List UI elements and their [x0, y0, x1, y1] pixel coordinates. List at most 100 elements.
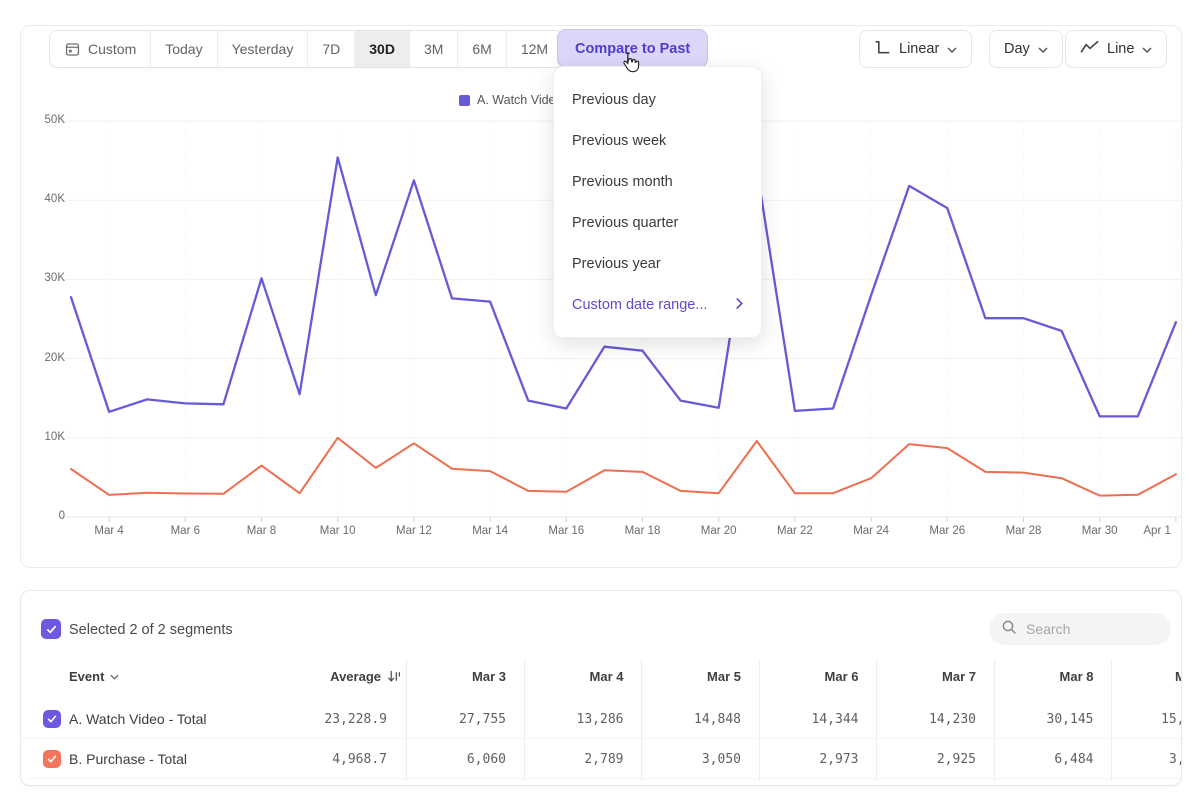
- y-axis-label: 50K: [21, 114, 65, 126]
- preset-30d[interactable]: 30D: [355, 31, 410, 67]
- column-header-date[interactable]: Mar 6: [825, 669, 859, 684]
- segments-panel: Selected 2 of 2 segments Event Average Mar…: [20, 590, 1182, 786]
- preset-12m[interactable]: 12M: [507, 31, 562, 67]
- segment-value: 3,050: [702, 752, 741, 767]
- preset-label: Custom: [88, 41, 136, 57]
- menu-item-custom-date-range[interactable]: Custom date range...: [554, 284, 761, 325]
- column-header-average[interactable]: Average: [330, 669, 402, 684]
- granularity-label: Day: [1004, 41, 1030, 57]
- x-axis-label: Mar 10: [308, 525, 368, 537]
- segment-value: 3,: [1169, 752, 1182, 767]
- x-axis-label: Mar 14: [460, 525, 520, 537]
- menu-item-label: Custom date range...: [572, 297, 707, 313]
- column-header-date[interactable]: Mar 4: [590, 669, 624, 684]
- search-input[interactable]: [1026, 621, 1156, 637]
- segments-search[interactable]: [989, 613, 1171, 645]
- segment-value: 14,848: [694, 712, 741, 727]
- menu-item-previous-day[interactable]: Previous day: [554, 79, 761, 120]
- column-header-label: Average: [330, 669, 381, 684]
- compare-to-past-menu: Previous dayPrevious weekPrevious monthP…: [553, 66, 762, 338]
- segment-checkbox[interactable]: [43, 710, 61, 728]
- chart-legend-item-a[interactable]: A. Watch Vide: [459, 92, 555, 108]
- preset-label: Today: [165, 41, 202, 57]
- column-header-label: Event: [69, 669, 104, 684]
- menu-item-previous-month[interactable]: Previous month: [554, 161, 761, 202]
- calendar-icon: [64, 41, 81, 58]
- table-row-segment-a: A. Watch Video - Total 23,228.9 27,755 13,2…: [21, 699, 1181, 739]
- menu-item-previous-week[interactable]: Previous week: [554, 120, 761, 161]
- column-header-date[interactable]: Mar 3: [472, 669, 506, 684]
- segment-value: 27,755: [459, 712, 506, 727]
- preset-label: 7D: [322, 41, 340, 57]
- compare-to-past-button[interactable]: Compare to Past: [557, 29, 708, 68]
- preset-yesterday[interactable]: Yesterday: [218, 31, 309, 67]
- x-axis-label: Mar 16: [536, 525, 596, 537]
- segment-value: 6,060: [467, 752, 506, 767]
- line-chart-icon: [1080, 40, 1099, 58]
- x-axis-label: Mar 22: [765, 525, 825, 537]
- column-header-date-clipped[interactable]: M: [1175, 669, 1182, 684]
- series-line-b[interactable]: [71, 438, 1176, 496]
- scale-dropdown-button[interactable]: Linear: [859, 30, 972, 68]
- x-axis-label: Mar 28: [994, 525, 1054, 537]
- segment-value: 14,344: [812, 712, 859, 727]
- preset-label: 3M: [424, 41, 443, 57]
- preset-today[interactable]: Today: [151, 31, 217, 67]
- menu-item-previous-quarter[interactable]: Previous quarter: [554, 202, 761, 243]
- x-axis-label: Mar 24: [841, 525, 901, 537]
- selected-segments-summary: Selected 2 of 2 segments: [69, 622, 233, 638]
- chevron-down-icon: [947, 41, 957, 57]
- preset-7d[interactable]: 7D: [308, 31, 355, 67]
- select-all-checkbox[interactable]: [41, 619, 61, 639]
- linear-axis-icon: [874, 39, 891, 60]
- column-header-date[interactable]: Mar 7: [942, 669, 976, 684]
- x-axis-label: Mar 6: [155, 525, 215, 537]
- preset-custom[interactable]: Custom: [50, 31, 151, 67]
- segment-value: 2,973: [819, 752, 858, 767]
- segment-checkbox[interactable]: [43, 750, 61, 768]
- segment-value: 13,286: [577, 712, 624, 727]
- segment-value: 14,230: [929, 712, 976, 727]
- segment-name: B. Purchase - Total: [69, 751, 187, 767]
- preset-label: 12M: [521, 41, 548, 57]
- preset-6m[interactable]: 6M: [458, 31, 506, 67]
- segment-value: 2,925: [937, 752, 976, 767]
- y-axis-label: 10K: [21, 431, 65, 443]
- date-preset-group: Custom Today Yesterday 7D 30D 3M 6M 12M: [49, 30, 563, 68]
- preset-3m[interactable]: 3M: [410, 31, 458, 67]
- granularity-dropdown-button[interactable]: Day: [989, 30, 1063, 68]
- sort-descending-icon: [387, 669, 402, 684]
- legend-label: A. Watch Vide: [477, 93, 555, 107]
- chevron-down-icon: [1038, 41, 1048, 57]
- analytics-dashboard: Custom Today Yesterday 7D 30D 3M 6M 12M Compare…: [0, 0, 1200, 802]
- x-axis-label: Apr 1: [1121, 525, 1171, 537]
- segment-average-value: 4,968.7: [332, 752, 387, 767]
- preset-label: 30D: [369, 41, 395, 57]
- column-header-date[interactable]: Mar 5: [707, 669, 741, 684]
- segment-name: A. Watch Video - Total: [69, 711, 206, 727]
- y-axis-label: 40K: [21, 193, 65, 205]
- chevron-right-icon: [736, 297, 743, 313]
- column-header-date[interactable]: Mar 8: [1060, 669, 1094, 684]
- x-axis-label: Mar 18: [613, 525, 673, 537]
- menu-item-previous-year[interactable]: Previous year: [554, 243, 761, 284]
- y-axis-label: 20K: [21, 352, 65, 364]
- segment-average-value: 23,228.9: [324, 712, 387, 727]
- chevron-down-icon: [110, 674, 119, 680]
- table-row-segment-b: B. Purchase - Total4,968.76,0602,7893,05…: [21, 739, 1181, 779]
- x-axis-label: Mar 20: [689, 525, 749, 537]
- preset-label: 6M: [472, 41, 491, 57]
- column-header-event[interactable]: Event: [69, 669, 119, 684]
- chart-type-dropdown-button[interactable]: Line: [1065, 30, 1167, 68]
- x-axis-label: Mar 26: [917, 525, 977, 537]
- segment-value: 15,: [1161, 712, 1182, 727]
- legend-swatch: [459, 95, 470, 106]
- y-axis-label: 0: [21, 510, 65, 522]
- compare-to-past-label: Compare to Past: [575, 41, 690, 57]
- chart-type-label: Line: [1107, 41, 1134, 57]
- x-axis-label: Mar 12: [384, 525, 444, 537]
- chevron-down-icon: [1142, 41, 1152, 57]
- x-axis-label: Mar 4: [79, 525, 139, 537]
- x-axis-label: Mar 8: [232, 525, 292, 537]
- segment-value: 30,145: [1047, 712, 1094, 727]
